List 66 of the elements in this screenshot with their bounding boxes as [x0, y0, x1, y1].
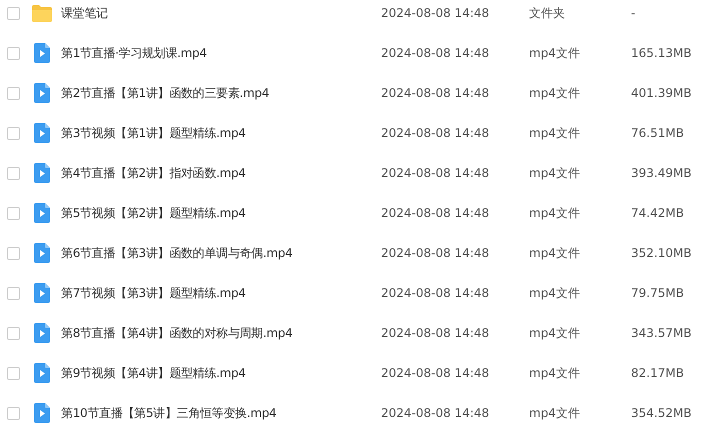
video-file-icon: [34, 163, 50, 183]
file-type: mp4文件: [529, 45, 581, 62]
checkbox[interactable]: [7, 286, 20, 300]
video-file-icon: [34, 43, 50, 63]
file-type: mp4文件: [529, 365, 581, 382]
modified-date: 2024-08-08 14:48: [381, 405, 490, 422]
file-size: 354.52MB: [631, 405, 692, 422]
modified-date: 2024-08-08 14:48: [381, 165, 490, 182]
video-file-icon: [34, 123, 50, 143]
file-name[interactable]: 第4节直播【第2讲】指对函数.mp4: [61, 164, 381, 182]
file-type: mp4文件: [529, 205, 581, 222]
checkbox[interactable]: [7, 166, 20, 180]
checkbox[interactable]: [7, 46, 20, 60]
modified-date: 2024-08-08 14:48: [381, 245, 490, 262]
file-name[interactable]: 第1节直播·学习规划课.mp4: [61, 44, 381, 62]
modified-date: 2024-08-08 14:48: [381, 285, 490, 302]
file-type: mp4文件: [529, 285, 581, 302]
checkbox[interactable]: [7, 366, 20, 380]
file-type: mp4文件: [529, 125, 581, 142]
checkbox[interactable]: [7, 326, 20, 340]
modified-date: 2024-08-08 14:48: [381, 5, 490, 22]
file-type: mp4文件: [529, 325, 581, 342]
folder-icon: [32, 4, 52, 22]
file-name[interactable]: 第3节视频【第1讲】题型精练.mp4: [61, 124, 381, 142]
modified-date: 2024-08-08 14:48: [381, 205, 490, 222]
file-size: 393.49MB: [631, 165, 692, 182]
file-size: 74.42MB: [631, 205, 684, 222]
video-file-icon: [34, 203, 50, 223]
file-name[interactable]: 第7节视频【第3讲】题型精练.mp4: [61, 284, 381, 302]
file-name[interactable]: 第6节直播【第3讲】函数的单调与奇偶.mp4: [61, 244, 381, 262]
file-size: 401.39MB: [631, 85, 692, 102]
checkbox[interactable]: [7, 86, 20, 100]
checkbox[interactable]: [7, 206, 20, 220]
checkbox[interactable]: [7, 6, 20, 20]
modified-date: 2024-08-08 14:48: [381, 85, 490, 102]
file-type: mp4文件: [529, 405, 581, 422]
file-type: 文件夹: [529, 5, 566, 22]
modified-date: 2024-08-08 14:48: [381, 125, 490, 142]
file-size: 165.13MB: [631, 45, 692, 62]
file-name[interactable]: 第5节视频【第2讲】题型精练.mp4: [61, 204, 381, 222]
file-name[interactable]: 第8节直播【第4讲】函数的对称与周期.mp4: [61, 324, 381, 342]
file-size: 79.75MB: [631, 285, 684, 302]
file-name[interactable]: 第10节直播【第5讲】三角恒等变换.mp4: [61, 404, 381, 422]
file-size: 82.17MB: [631, 365, 684, 382]
modified-date: 2024-08-08 14:48: [381, 365, 490, 382]
file-size: 343.57MB: [631, 325, 692, 342]
file-type: mp4文件: [529, 165, 581, 182]
file-name[interactable]: 第2节直播【第1讲】函数的三要素.mp4: [61, 84, 381, 102]
video-file-icon: [34, 323, 50, 343]
modified-date: 2024-08-08 14:48: [381, 325, 490, 342]
file-name[interactable]: 课堂笔记: [61, 4, 381, 22]
file-type: mp4文件: [529, 245, 581, 262]
checkbox[interactable]: [7, 126, 20, 140]
file-name[interactable]: 第9节视频【第4讲】题型精练.mp4: [61, 364, 381, 382]
video-file-icon: [34, 363, 50, 383]
video-file-icon: [34, 243, 50, 263]
video-file-icon: [34, 83, 50, 103]
video-file-icon: [34, 403, 50, 423]
file-type: mp4文件: [529, 85, 581, 102]
modified-date: 2024-08-08 14:48: [381, 45, 490, 62]
checkbox[interactable]: [7, 246, 20, 260]
video-file-icon: [34, 283, 50, 303]
file-size: 76.51MB: [631, 125, 684, 142]
file-size: 352.10MB: [631, 245, 692, 262]
checkbox[interactable]: [7, 406, 20, 420]
file-size: -: [631, 5, 636, 22]
